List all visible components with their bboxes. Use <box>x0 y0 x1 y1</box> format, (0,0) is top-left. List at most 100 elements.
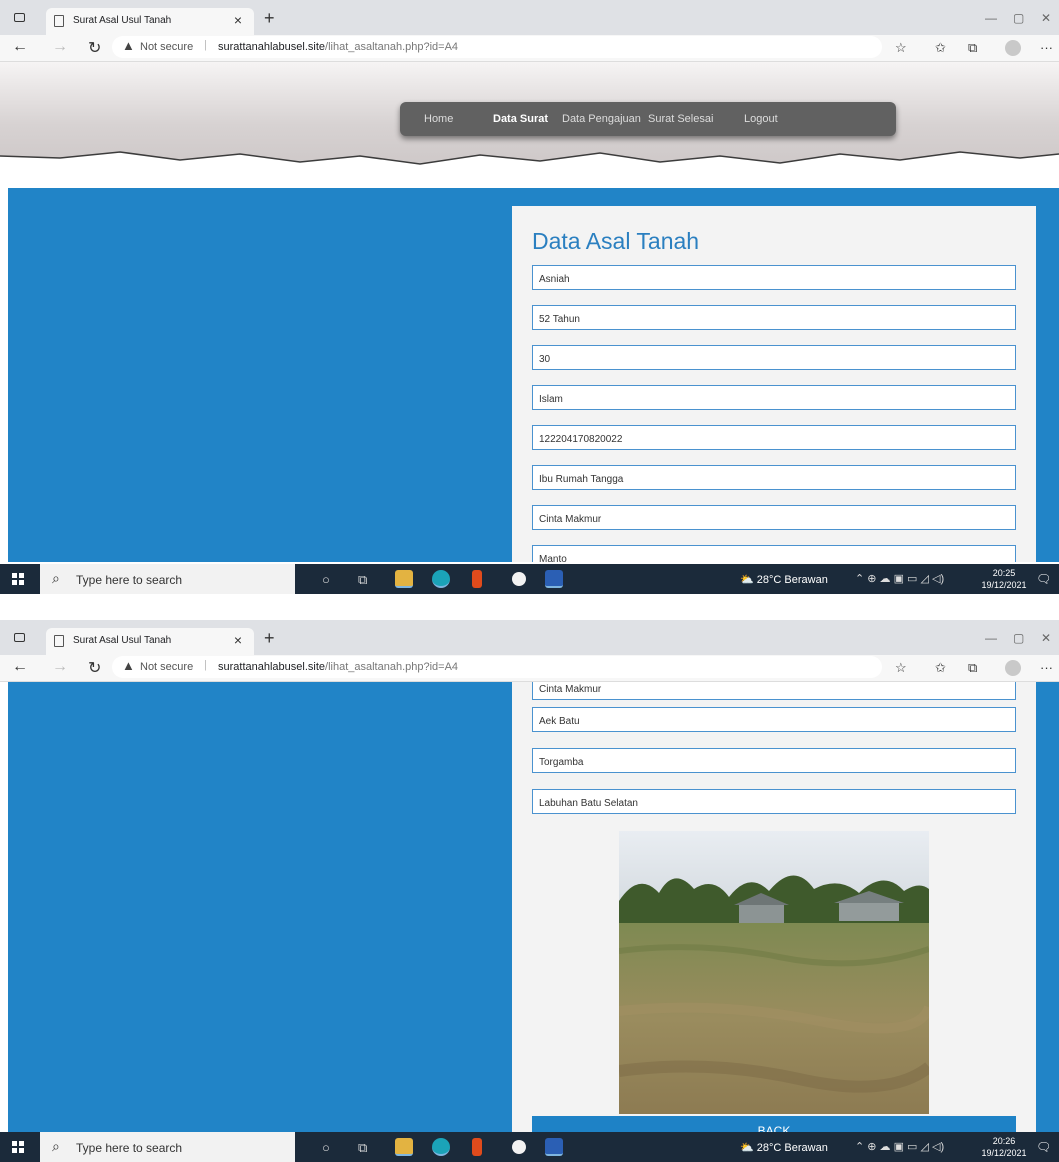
favorite-star-icon[interactable]: ☆ <box>895 40 907 56</box>
notification-icon[interactable]: 🗨 <box>1036 1140 1051 1154</box>
browser-tab[interactable]: Surat Asal Usul Tanah × <box>46 8 254 35</box>
page-icon <box>54 15 64 27</box>
divider: | <box>204 39 207 51</box>
more-menu-icon[interactable]: ··· <box>1040 660 1053 675</box>
refresh-icon[interactable]: ↻ <box>88 658 101 678</box>
form-heading: Data Asal Tanah <box>532 228 700 254</box>
field-nomor[interactable]: 30 <box>532 345 1016 370</box>
profile-avatar[interactable] <box>1005 660 1021 676</box>
back-button[interactable]: BACK <box>532 1116 1016 1132</box>
system-tray-icons[interactable]: ⌃ ⊕ ☁ ▣ ▭ ◿ ◁) <box>855 1140 944 1153</box>
search-placeholder: Type here to search <box>76 573 183 587</box>
collections-icon[interactable]: ⧉ <box>968 40 977 56</box>
tab-actions-icon[interactable] <box>14 13 25 22</box>
screenshot-top: Surat Asal Usul Tanah × + — ▢ ✕ ← → ↻ ▲ … <box>0 0 1059 594</box>
url-path: /lihat_asaltanah.php?id=A4 <box>325 661 459 673</box>
back-arrow-icon[interactable]: ← <box>12 658 28 676</box>
edge-browser-icon[interactable] <box>432 1138 450 1156</box>
weather-widget[interactable]: ⛅ 28°C Berawan <box>740 1141 828 1154</box>
cortana-icon[interactable]: ○ <box>322 1140 330 1155</box>
minimize-icon[interactable]: — <box>985 11 997 25</box>
nav-surat-selesai[interactable]: Surat Selesai <box>648 113 713 125</box>
close-window-icon[interactable]: ✕ <box>1041 11 1051 25</box>
file-explorer-icon[interactable] <box>395 570 413 588</box>
tab-bar: Surat Asal Usul Tanah × + — ▢ ✕ <box>0 0 1059 35</box>
warning-icon: ▲ <box>122 658 135 673</box>
nav-data-pengajuan[interactable]: Data Pengajuan <box>562 113 641 125</box>
tab-close-icon[interactable]: × <box>234 632 242 648</box>
weather-text: 28°C Berawan <box>756 1142 828 1154</box>
favorites-icon[interactable]: ✩ <box>935 660 946 676</box>
url-field[interactable]: ▲ Not secure | surattanahlabusel.site/li… <box>112 656 882 678</box>
system-tray-icons[interactable]: ⌃ ⊕ ☁ ▣ ▭ ◿ ◁) <box>855 572 944 585</box>
tab-actions-icon[interactable] <box>14 633 25 642</box>
edge-browser-icon[interactable] <box>432 570 450 588</box>
word-icon[interactable] <box>545 1138 563 1156</box>
emoji-app-icon[interactable] <box>512 1140 526 1154</box>
favorites-icon[interactable]: ✩ <box>935 40 946 56</box>
office-icon[interactable] <box>472 1138 482 1156</box>
new-tab-button[interactable]: + <box>264 628 275 649</box>
file-explorer-icon[interactable] <box>395 1138 413 1156</box>
taskbar-clock[interactable]: 20:26 19/12/2021 <box>974 1135 1034 1159</box>
field-kabupaten[interactable]: Labuhan Batu Selatan <box>532 789 1016 814</box>
field-agama[interactable]: Islam <box>532 385 1016 410</box>
notification-icon[interactable]: 🗨 <box>1036 572 1051 586</box>
page-icon <box>54 635 64 647</box>
emoji-app-icon[interactable] <box>512 572 526 586</box>
url-text: surattanahlabusel.site/lihat_asaltanah.p… <box>218 41 458 53</box>
office-icon[interactable] <box>472 570 482 588</box>
field-umur[interactable]: 52 Tahun <box>532 305 1016 330</box>
weather-widget[interactable]: ⛅ 28°C Berawan <box>740 573 828 586</box>
minimize-icon[interactable]: — <box>985 631 997 645</box>
address-bar: ← → ↻ ▲ Not secure | surattanahlabusel.s… <box>0 35 1059 62</box>
refresh-icon[interactable]: ↻ <box>88 38 101 58</box>
tab-close-icon[interactable]: × <box>234 12 242 28</box>
new-tab-button[interactable]: + <box>264 8 275 29</box>
close-window-icon[interactable]: ✕ <box>1041 631 1051 645</box>
field-desa[interactable]: Cinta Makmur <box>532 505 1016 530</box>
task-view-icon[interactable]: ⧉ <box>358 1140 367 1156</box>
tab-title: Surat Asal Usul Tanah <box>73 635 172 646</box>
browser-tab[interactable]: Surat Asal Usul Tanah × <box>46 628 254 655</box>
collections-icon[interactable]: ⧉ <box>968 660 977 676</box>
more-menu-icon[interactable]: ··· <box>1040 40 1053 55</box>
favorite-star-icon[interactable]: ☆ <box>895 660 907 676</box>
taskbar-search[interactable]: ⌕ Type here to search <box>40 1132 295 1162</box>
nav-data-surat[interactable]: Data Surat <box>493 113 548 125</box>
not-secure-label: Not secure <box>140 41 194 53</box>
nav-home[interactable]: Home <box>424 113 453 125</box>
windows-start-icon[interactable] <box>12 573 24 585</box>
clock-time: 20:26 <box>992 1136 1016 1146</box>
back-arrow-icon[interactable]: ← <box>12 38 28 56</box>
taskbar-search[interactable]: ⌕ Type here to search <box>40 564 295 594</box>
clock-date: 19/12/2021 <box>981 1148 1027 1158</box>
restore-icon[interactable]: ▢ <box>1013 11 1024 25</box>
url-field[interactable]: ▲ Not secure | surattanahlabusel.site/li… <box>112 36 882 58</box>
windows-start-icon[interactable] <box>12 1141 24 1153</box>
cortana-icon[interactable]: ○ <box>322 572 330 587</box>
field-pekerjaan[interactable]: Ibu Rumah Tangga <box>532 465 1016 490</box>
web-page: Home Data Surat Data Pengajuan Surat Sel… <box>0 62 1059 562</box>
forward-arrow-icon[interactable]: → <box>52 658 68 676</box>
forward-arrow-icon[interactable]: → <box>52 38 68 56</box>
taskbar-clock[interactable]: 20:25 19/12/2021 <box>974 567 1034 591</box>
field-kecamatan[interactable]: Torgamba <box>532 748 1016 773</box>
profile-avatar[interactable] <box>1005 40 1021 56</box>
field-dusun[interactable]: Manto <box>532 545 1016 562</box>
field-kelurahan[interactable]: Aek Batu <box>532 707 1016 732</box>
search-icon: ⌕ <box>52 570 60 586</box>
web-page: Cinta Makmur Aek Batu Torgamba Labuhan B… <box>0 682 1059 1132</box>
nav-logout[interactable]: Logout <box>744 113 778 125</box>
warning-icon: ▲ <box>122 38 135 53</box>
field-nama[interactable]: Asniah <box>532 265 1016 290</box>
task-view-icon[interactable]: ⧉ <box>358 572 367 588</box>
search-icon: ⌕ <box>52 1138 60 1154</box>
weather-icon: ⛅ <box>740 574 754 586</box>
field-nik[interactable]: 122204170820022 <box>532 425 1016 450</box>
word-icon[interactable] <box>545 570 563 588</box>
url-text: surattanahlabusel.site/lihat_asaltanah.p… <box>218 661 458 673</box>
search-placeholder: Type here to search <box>76 1141 183 1155</box>
restore-icon[interactable]: ▢ <box>1013 631 1024 645</box>
field-desa[interactable]: Cinta Makmur <box>532 682 1016 700</box>
